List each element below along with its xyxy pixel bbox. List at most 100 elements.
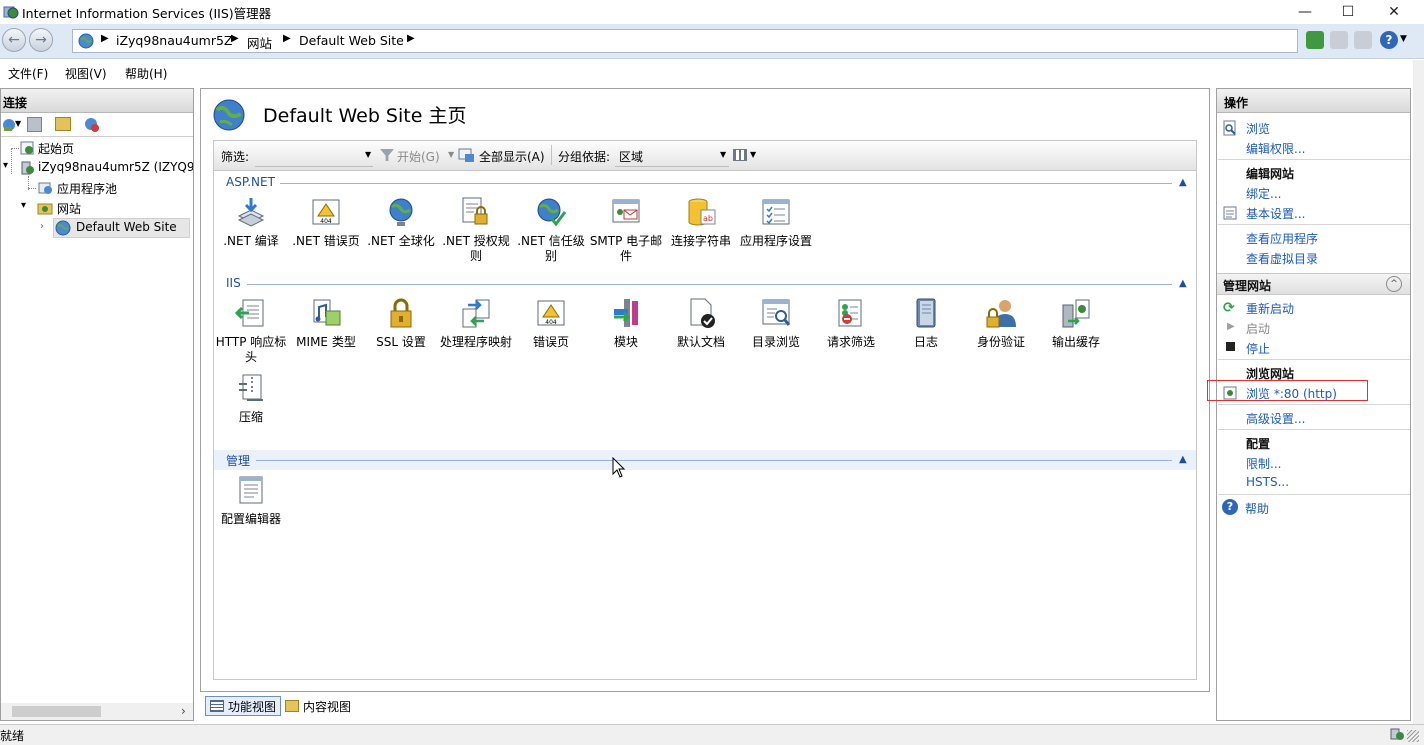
start-filter-button[interactable]: 开始(G): [397, 148, 440, 165]
action-view-virtual-directories[interactable]: 查看虚拟目录: [1246, 250, 1318, 267]
minimize-button[interactable]: —: [1282, 0, 1328, 24]
view-mode-icon[interactable]: [733, 149, 747, 161]
chevron-down-icon[interactable]: ▼: [720, 150, 726, 159]
feature-http-response-headers[interactable]: HTTP 响应标头: [213, 297, 289, 365]
compilation-icon: [235, 196, 267, 228]
group-iis[interactable]: IIS: [226, 276, 241, 290]
tab-content-view[interactable]: 内容视图: [281, 696, 355, 716]
feature-net-globalization[interactable]: .NET 全球化: [363, 196, 439, 249]
collapse-chevron-up-icon[interactable]: ^: [1386, 276, 1402, 292]
action-restart[interactable]: 重新启动: [1246, 300, 1294, 317]
tree-item-start-page[interactable]: 起始页: [38, 140, 74, 157]
action-edit-permissions[interactable]: 编辑权限...: [1246, 140, 1305, 157]
action-limits[interactable]: 限制...: [1246, 455, 1281, 472]
feature-net-trust-level[interactable]: .NET 信任级别: [513, 196, 589, 264]
lock-icon: [385, 297, 417, 329]
iis-app-icon: [3, 6, 19, 19]
save-icon[interactable]: [27, 117, 42, 132]
response-headers-icon: [234, 297, 267, 329]
action-hsts[interactable]: HSTS...: [1246, 475, 1289, 489]
feature-connection-strings[interactable]: ab 连接字符串: [663, 196, 739, 249]
group-aspnet[interactable]: ASP.NET: [226, 175, 275, 189]
feature-compression[interactable]: 压缩: [213, 372, 289, 425]
stop-icon[interactable]: [1330, 31, 1348, 49]
feature-net-authorization[interactable]: .NET 授权规则: [438, 196, 514, 264]
feature-modules[interactable]: 模块: [588, 297, 664, 350]
home-icon[interactable]: [1354, 31, 1372, 49]
tree-item-server[interactable]: iZyq98nau4umr5Z (IZYQ98I: [38, 160, 193, 174]
window-title: Internet Information Services (IIS)管理器: [22, 6, 272, 21]
tree-item-app-pools[interactable]: 应用程序池: [57, 180, 117, 197]
chevron-up-icon[interactable]: ▲: [1179, 177, 1187, 188]
feature-error-pages[interactable]: 404 错误页: [513, 297, 589, 350]
log-book-icon: [910, 297, 942, 329]
chevron-down-icon[interactable]: ▼: [1400, 34, 1407, 44]
show-all-button[interactable]: 全部显示(A): [479, 148, 545, 165]
folder-up-icon[interactable]: [55, 117, 71, 131]
maximize-button[interactable]: ☐: [1325, 0, 1371, 24]
feature-mime-types[interactable]: MIME 类型: [288, 297, 364, 350]
window-vertical-scrollbar[interactable]: [1413, 60, 1424, 724]
forward-arrow-icon[interactable]: →: [29, 28, 53, 52]
action-browse-port-80[interactable]: 浏览 *:80 (http): [1246, 385, 1337, 402]
action-browse[interactable]: 浏览: [1246, 120, 1270, 137]
breadcrumb-sites[interactable]: 网站: [247, 33, 272, 52]
action-advanced-settings[interactable]: 高级设置...: [1246, 410, 1305, 427]
chevron-up-icon[interactable]: ▲: [1179, 278, 1187, 289]
filter-input[interactable]: [255, 145, 373, 167]
tree-item-sites[interactable]: 网站: [57, 200, 81, 217]
feature-request-filtering[interactable]: 请求筛选: [813, 297, 889, 350]
feature-default-document[interactable]: 默认文档: [663, 297, 739, 350]
tree-item-default-site[interactable]: Default Web Site: [76, 220, 177, 234]
menu-help[interactable]: 帮助(H): [125, 65, 167, 82]
feature-net-compilation[interactable]: .NET 编译: [213, 196, 289, 249]
feature-config-editor[interactable]: 配置编辑器: [213, 474, 289, 527]
feature-authentication[interactable]: 身份验证: [963, 297, 1039, 350]
chevron-down-icon[interactable]: ▾: [3, 160, 8, 171]
content-view-icon: [285, 700, 299, 712]
feature-output-caching[interactable]: 输出缓存: [1038, 297, 1114, 350]
action-help[interactable]: 帮助: [1245, 500, 1269, 517]
action-stop[interactable]: 停止: [1246, 340, 1270, 357]
chevron-down-icon[interactable]: ▼: [365, 150, 371, 159]
refresh-icon[interactable]: [1306, 31, 1324, 49]
group-divider: [280, 183, 1172, 184]
breadcrumb-default-site[interactable]: Default Web Site: [299, 33, 404, 48]
tab-features-view[interactable]: 功能视图: [205, 696, 282, 716]
stop-icon: [1226, 342, 1235, 351]
output-cache-icon: [1060, 297, 1092, 329]
group-divider: [256, 460, 1172, 461]
action-basic-settings[interactable]: 基本设置...: [1246, 205, 1305, 222]
feature-net-error-pages[interactable]: 404 .NET 错误页: [288, 196, 364, 249]
chevron-right-icon[interactable]: ›: [40, 221, 44, 232]
action-start[interactable]: 启动: [1246, 320, 1270, 337]
feature-ssl-settings[interactable]: SSL 设置: [363, 297, 439, 350]
chevron-down-icon[interactable]: ▼: [750, 150, 756, 159]
close-button[interactable]: ✕: [1371, 0, 1417, 24]
help-icon[interactable]: ?: [1380, 31, 1398, 49]
feature-handler-mappings[interactable]: 处理程序映射: [438, 297, 514, 350]
menu-view[interactable]: 视图(V): [65, 65, 107, 82]
feature-app-settings[interactable]: 应用程序设置: [738, 196, 814, 249]
group-manage[interactable]: 管理: [226, 452, 250, 469]
action-view-applications[interactable]: 查看应用程序: [1246, 230, 1318, 247]
resize-grip-icon[interactable]: [1407, 730, 1419, 742]
menu-file[interactable]: 文件(F): [8, 65, 48, 82]
chevron-down-icon[interactable]: ▼: [448, 150, 454, 159]
chevron-down-icon[interactable]: ▼: [15, 119, 21, 128]
chevron-right-icon[interactable]: ›: [181, 704, 186, 718]
feature-logging[interactable]: 日志: [888, 297, 964, 350]
disconnect-icon[interactable]: [84, 117, 100, 133]
breadcrumb-server[interactable]: iZyq98nau4umr5Z: [116, 33, 233, 48]
chevron-down-icon[interactable]: ▾: [21, 200, 26, 211]
feature-directory-browsing[interactable]: 目录浏览: [738, 297, 814, 350]
scrollbar-thumb[interactable]: [12, 706, 101, 717]
action-bindings[interactable]: 绑定...: [1246, 185, 1281, 202]
status-text: 就绪: [0, 729, 25, 743]
back-arrow-icon[interactable]: ←: [2, 28, 26, 52]
start-icon: ▶: [1227, 321, 1235, 332]
svg-text:ab: ab: [703, 214, 713, 223]
start-page-icon: [20, 141, 34, 155]
feature-smtp-email[interactable]: SMTP 电子邮件: [588, 196, 664, 264]
chevron-up-icon[interactable]: ▲: [1179, 454, 1187, 465]
